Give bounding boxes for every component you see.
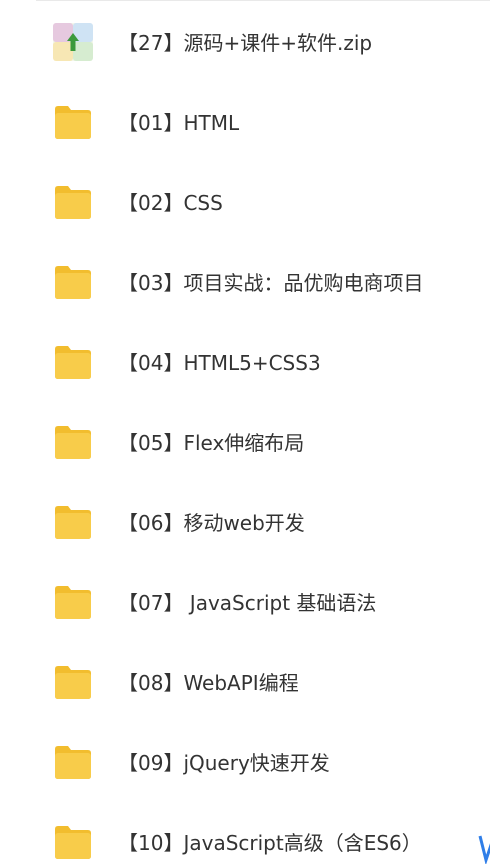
- file-row-zip[interactable]: 【27】源码+课件+软件.zip: [0, 6, 490, 86]
- file-row-folder[interactable]: 【07】 JavaScript 基础语法: [0, 566, 490, 646]
- folder-icon: [53, 423, 93, 461]
- file-row-folder[interactable]: 【09】jQuery快速开发: [0, 726, 490, 806]
- file-name[interactable]: 【09】jQuery快速开发: [118, 750, 330, 776]
- file-name[interactable]: 【03】项目实战：品优购电商项目: [118, 270, 423, 296]
- file-name[interactable]: 【27】源码+课件+软件.zip: [118, 30, 372, 56]
- partial-icon: [478, 828, 490, 864]
- file-row-folder[interactable]: 【05】Flex伸缩布局: [0, 406, 490, 486]
- file-name[interactable]: 【01】HTML: [118, 110, 239, 136]
- file-name[interactable]: 【05】Flex伸缩布局: [118, 430, 304, 456]
- file-row-folder[interactable]: 【03】项目实战：品优购电商项目: [0, 246, 490, 326]
- file-row-folder[interactable]: 【08】WebAPI编程: [0, 646, 490, 726]
- file-row-folder[interactable]: 【04】HTML5+CSS3: [0, 326, 490, 406]
- folder-icon: [53, 263, 93, 301]
- folder-icon: [53, 183, 93, 221]
- folder-icon: [53, 583, 93, 621]
- file-name[interactable]: 【02】CSS: [118, 190, 223, 216]
- top-divider: [36, 0, 490, 1]
- folder-icon: [53, 743, 93, 781]
- folder-icon: [53, 343, 93, 381]
- file-name[interactable]: 【10】JavaScript高级（含ES6）: [118, 830, 422, 856]
- folder-icon: [53, 823, 93, 861]
- file-list: 【27】源码+课件+软件.zip 【01】HTML 【02】CSS 【03】项目…: [0, 6, 490, 864]
- zip-archive-icon: [53, 23, 93, 61]
- file-name[interactable]: 【07】 JavaScript 基础语法: [118, 590, 376, 616]
- file-row-folder[interactable]: 【10】JavaScript高级（含ES6）: [0, 806, 490, 864]
- folder-icon: [53, 503, 93, 541]
- file-name[interactable]: 【08】WebAPI编程: [118, 670, 299, 696]
- file-name[interactable]: 【04】HTML5+CSS3: [118, 350, 321, 376]
- file-name[interactable]: 【06】移动web开发: [118, 510, 305, 536]
- file-row-folder[interactable]: 【01】HTML: [0, 86, 490, 166]
- file-row-folder[interactable]: 【06】移动web开发: [0, 486, 490, 566]
- folder-icon: [53, 663, 93, 701]
- folder-icon: [53, 103, 93, 141]
- file-row-folder[interactable]: 【02】CSS: [0, 166, 490, 246]
